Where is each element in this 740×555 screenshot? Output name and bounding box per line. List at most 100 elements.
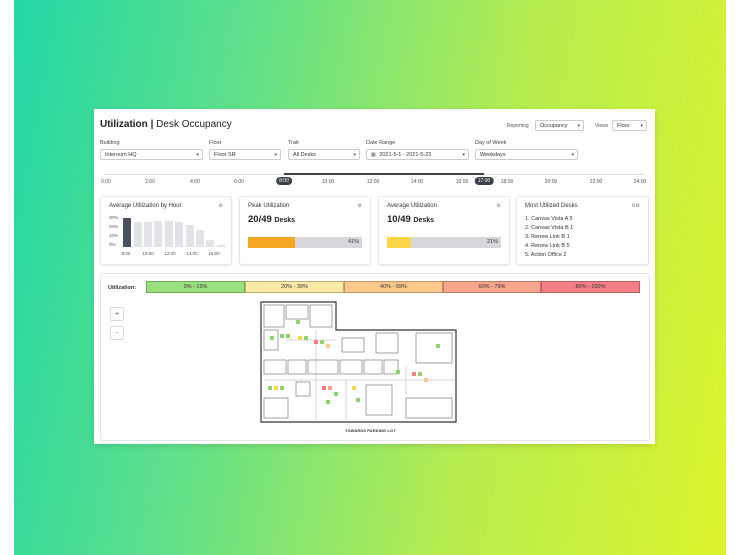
zoom-out-button[interactable]: - xyxy=(110,326,124,340)
average-progress-bar: 21% xyxy=(387,237,501,248)
card-title: Peak Utilization xyxy=(248,203,290,209)
most-utilized-list: 1. Canvas Vista A 5 2. Canvas Vista B 1 … xyxy=(525,215,573,260)
bar-11:00 xyxy=(154,221,163,247)
bar-15:00 xyxy=(196,230,204,247)
average-value: 10/49 Desks xyxy=(387,214,434,225)
reporting-label: Reporting xyxy=(507,123,529,129)
date-range-picker[interactable]: ▦ 2021-5-1 - 2021-5-23 ▾ xyxy=(366,149,469,160)
title-separator: | xyxy=(150,119,154,130)
bar-12:00 xyxy=(164,221,173,247)
x-tick: 12:00 xyxy=(164,251,176,256)
legend-20-39: 20% - 39% xyxy=(245,281,344,293)
floor-map-card: Utilization: 0% - 19% 20% - 39% 40% - 59… xyxy=(100,273,650,441)
info-icon[interactable]: ⚙ xyxy=(358,203,362,209)
legend-80-100: 80% - 100% xyxy=(541,281,640,293)
legend-0-19: 0% - 19% xyxy=(146,281,245,293)
views-value: Floor xyxy=(617,123,630,129)
card-title: Average Utilization xyxy=(387,203,437,209)
chevron-down-icon: ▾ xyxy=(196,152,199,158)
time-tick: 24:00 xyxy=(633,179,647,185)
zoom-in-button[interactable]: + xyxy=(110,307,124,321)
bar-8:00 xyxy=(123,218,132,247)
bar-14:00 xyxy=(185,225,194,247)
bar-9:00 xyxy=(133,222,142,247)
date-range-label: Date Range xyxy=(366,140,396,146)
list-item: 5. Action Office 2 xyxy=(525,252,567,258)
x-tick: 14:00 xyxy=(186,251,198,256)
title-main: Utilization xyxy=(100,119,148,130)
list-item: 1. Canvas Vista A 5 xyxy=(525,216,573,222)
time-tick: 18:00 xyxy=(500,179,514,185)
bar-chart-plot xyxy=(122,217,226,247)
list-item: 4. Renew Link B 5 xyxy=(525,243,570,249)
list-item: 3. Renew Link B 1 xyxy=(525,234,570,240)
time-tick: 0:00 xyxy=(101,179,111,185)
day-of-week-label: Day of Week xyxy=(475,140,507,146)
floor-label: Floor xyxy=(209,140,222,146)
card-title: Most Utilized Desks xyxy=(525,203,578,209)
chevron-down-icon: ▾ xyxy=(640,123,643,129)
views-label: Views xyxy=(595,123,609,129)
chevron-down-icon: ▾ xyxy=(571,152,574,158)
day-of-week-value: Weekdays xyxy=(480,152,506,158)
time-slider-end-handle[interactable]: 17:00 xyxy=(474,177,494,185)
legend-label: Utilization: xyxy=(108,285,137,291)
date-range-value: 2021-5-1 - 2021-5-23 xyxy=(379,152,432,158)
trait-select[interactable]: All Desks ▾ xyxy=(288,149,360,160)
calendar-icon: ▦ xyxy=(371,152,376,158)
most-utilized-desks-card: Most Utilized Desks ⇅⚙ 1. Canvas Vista A… xyxy=(516,196,649,265)
bar-10:00 xyxy=(144,222,152,247)
average-count: 10/49 xyxy=(387,214,411,225)
time-tick: 4:00 xyxy=(190,179,200,185)
x-tick: 8:00 xyxy=(121,251,131,256)
y-tick: 10% xyxy=(109,233,119,238)
reporting-select[interactable]: Occupancy ▾ xyxy=(535,120,584,131)
trait-value: All Desks xyxy=(293,152,316,158)
building-select[interactable]: Interoum HQ ▾ xyxy=(100,149,203,160)
time-tick: 12:00 xyxy=(366,179,380,185)
bar-16:00 xyxy=(206,240,215,247)
time-tick: 10:00 xyxy=(321,179,335,185)
peak-count: 20/49 xyxy=(248,214,272,225)
time-slider-selected-range xyxy=(284,173,484,175)
legend-40-59: 40% - 59% xyxy=(344,281,443,293)
time-tick: 22:00 xyxy=(589,179,603,185)
peak-value: 20/49 Desks xyxy=(248,214,295,225)
page-title: Utilization | Desk Occupancy xyxy=(100,119,232,130)
peak-progress-bar: 41% xyxy=(248,237,362,248)
parking-lot-label: TOWARDS PARKING LOT xyxy=(345,428,396,433)
chevron-down-icon: ▾ xyxy=(577,123,580,129)
average-percent: 21% xyxy=(486,239,498,245)
chevron-down-icon: ▾ xyxy=(274,152,277,158)
floor-value: Floor SR xyxy=(214,152,236,158)
legend-60-79: 60% - 79% xyxy=(443,281,541,293)
title-sub: Desk Occupancy xyxy=(156,119,232,130)
time-tick: 6:00 xyxy=(234,179,244,185)
floor-select[interactable]: Floor SR ▾ xyxy=(209,149,281,160)
info-icon[interactable]: ⚙ xyxy=(497,203,501,209)
info-icon[interactable]: ⚙ xyxy=(219,203,223,209)
average-progress-fill xyxy=(387,237,411,248)
sort-icon[interactable]: ⇅⚙ xyxy=(631,203,640,209)
reporting-value: Occupancy xyxy=(540,123,568,129)
peak-unit: Desks xyxy=(274,217,296,224)
floor-plan[interactable] xyxy=(256,300,466,425)
views-select[interactable]: Floor ▾ xyxy=(612,120,647,131)
trait-label: Trait xyxy=(288,140,299,146)
bar-17:00 xyxy=(216,245,225,247)
time-tick: 16:00 xyxy=(455,179,469,185)
x-tick: 16:00 xyxy=(208,251,220,256)
y-tick: 20% xyxy=(109,224,119,229)
time-tick: 20:00 xyxy=(544,179,558,185)
average-unit: Desks xyxy=(413,217,435,224)
list-item: 2. Canvas Vista B 1 xyxy=(525,225,574,231)
time-slider-start-handle[interactable]: 8:00 xyxy=(276,177,292,185)
day-of-week-select[interactable]: Weekdays ▾ xyxy=(475,149,578,160)
chevron-down-icon: ▾ xyxy=(462,152,465,158)
y-tick: 0% xyxy=(109,242,116,247)
time-tick: 14:00 xyxy=(410,179,424,185)
peak-percent: 41% xyxy=(347,239,359,245)
building-label: Building xyxy=(100,140,120,146)
time-tick: 2:00 xyxy=(145,179,155,185)
utilization-panel: Utilization | Desk Occupancy Reporting O… xyxy=(94,109,655,444)
